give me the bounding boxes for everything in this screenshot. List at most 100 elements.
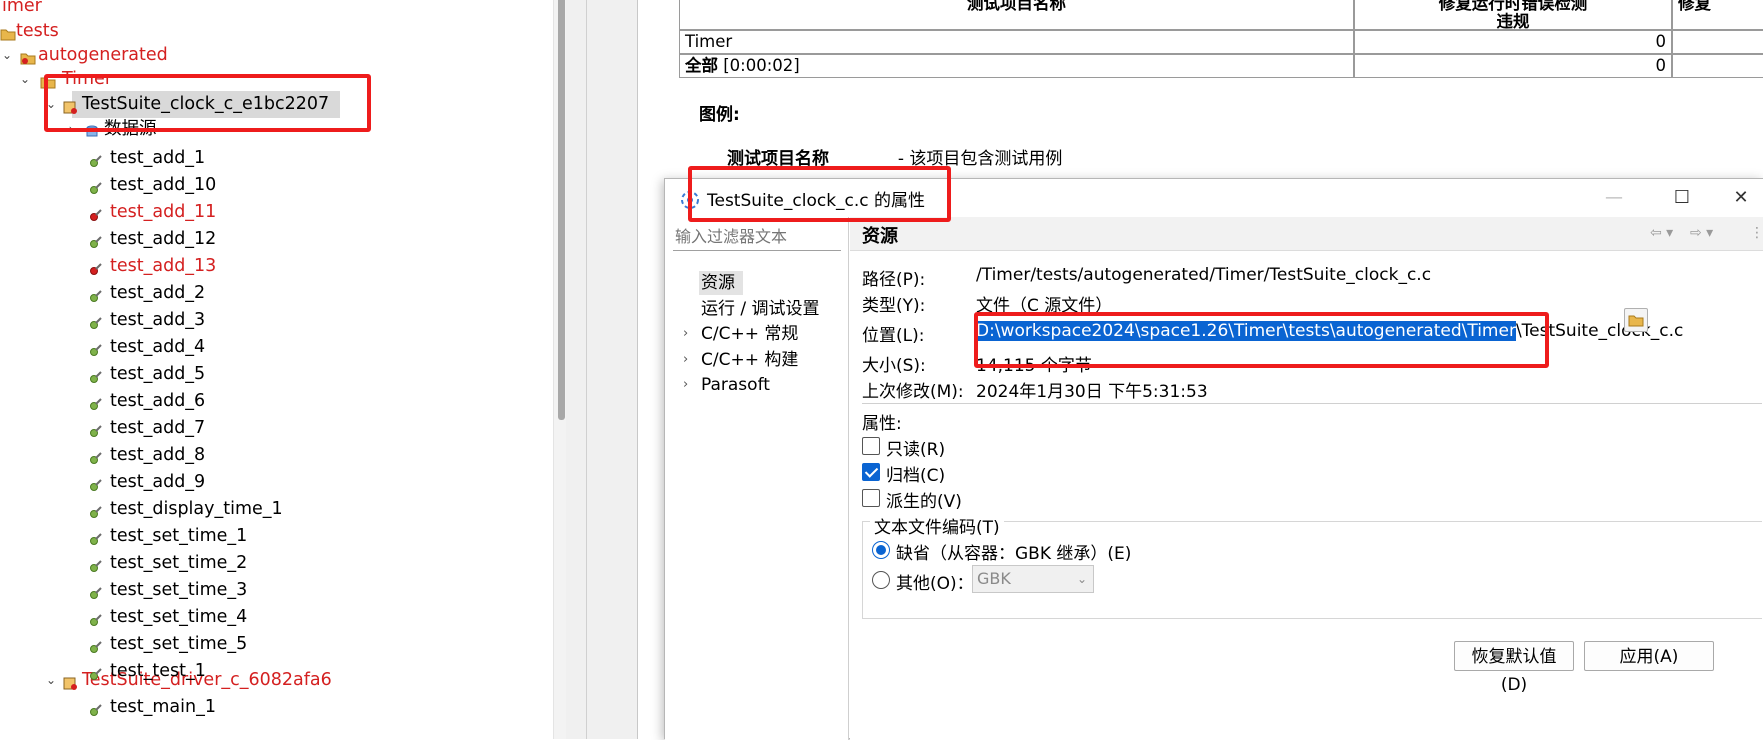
modified-value: 2024年1月30日 下午5:31:53 (976, 382, 1208, 402)
report-cell-text: Timer (685, 32, 733, 51)
test-case-icon (88, 700, 104, 716)
test-case-icon (88, 637, 104, 653)
size-label: 大小(S): (862, 356, 926, 376)
test-case-icon (88, 232, 104, 248)
legend-title: 图例: (699, 105, 740, 125)
tree-item-label: test_display_time_1 (110, 499, 283, 519)
nav-item-resource[interactable]: 资源 (701, 270, 735, 296)
dialog-nav-panel: 资源 运行 / 调试设置 › C/C++ 常规 › C/C++ 构建 › Par… (665, 217, 849, 740)
readonly-checkbox[interactable] (862, 437, 880, 455)
chevron-down-icon[interactable]: ⌄ (18, 66, 32, 93)
nav-item-label: C/C++ 构建 (701, 350, 799, 370)
test-case-icon (88, 286, 104, 302)
chevron-down-icon[interactable]: ⌄ (44, 667, 58, 694)
annotation-box-location (974, 312, 1549, 368)
tree-item-label: test_add_6 (110, 391, 206, 411)
annotation-box-dialog-title (688, 166, 951, 222)
folder-icon (20, 48, 36, 65)
test-case-icon (88, 313, 104, 329)
tree-item-label: test_add_10 (110, 175, 217, 195)
test-case-icon (88, 259, 104, 275)
chevron-down-icon[interactable]: ⌄ (0, 42, 14, 69)
back-arrow-icon[interactable]: ⇦ ▾ (1650, 225, 1673, 241)
chevron-right-icon[interactable]: › (683, 321, 688, 347)
report-col-header-name: 测试项目名称 (679, 0, 1354, 30)
folder-icon (0, 24, 16, 41)
tree-item-label: test_main_1 (110, 697, 216, 717)
separator (862, 403, 1762, 404)
nav-item-run-debug[interactable]: 运行 / 调试设置 (701, 296, 820, 322)
archive-label: 归档(C) (886, 466, 946, 486)
test-suite-icon (62, 673, 78, 690)
encoding-select-value: GBK (977, 569, 1011, 588)
minimize-button[interactable]: — (1594, 181, 1634, 215)
tree-item-label: test_add_11 (110, 202, 217, 222)
test-case-icon (88, 664, 104, 680)
maximize-button[interactable]: ☐ (1662, 181, 1702, 215)
report-row-timer-extra (1672, 30, 1763, 54)
section-header: 资源 ⇦ ▾ ⇨ ▾ ⋮ (850, 217, 1763, 251)
report-col-header-fix: 修复运行时错误检测 违规 (1354, 0, 1672, 31)
report-col-header-extra: 修复 (1672, 0, 1763, 30)
tree-item-label: test_add_1 (110, 148, 206, 168)
restore-defaults-button[interactable]: 恢复默认值(D) (1454, 641, 1574, 695)
tree-scrollbar-thumb[interactable] (558, 0, 565, 420)
close-button[interactable]: ✕ (1721, 181, 1761, 215)
test-case-icon (88, 151, 104, 167)
section-title: 资源 (862, 226, 898, 247)
derived-checkbox[interactable] (862, 489, 880, 507)
chevron-right-icon[interactable]: › (683, 372, 688, 398)
report-row-timer-value: 0 (1354, 30, 1672, 54)
chevron-right-icon[interactable]: › (683, 347, 688, 373)
annotation-box-testsuite (44, 74, 371, 132)
tree-item-label: test_set_time_5 (110, 634, 248, 654)
test-case-icon (88, 178, 104, 194)
derived-label: 派生的(V) (886, 492, 962, 512)
nav-item-label: C/C++ 常规 (701, 324, 799, 344)
type-label: 类型(Y): (862, 296, 926, 316)
chevron-down-icon: ⌄ (1076, 572, 1087, 586)
nav-item-label: 资源 (701, 273, 735, 293)
report-col-header-text: 测试项目名称 (967, 0, 1066, 13)
report-row-total-extra (1672, 54, 1763, 78)
test-case-icon (88, 340, 104, 356)
test-case-icon (88, 367, 104, 383)
forward-arrow-icon[interactable]: ⇨ ▾ (1690, 225, 1713, 241)
test-case-icon (88, 502, 104, 518)
report-row-total-name: 全部 [0:00:02] (679, 54, 1354, 78)
report-cell-text: 0 (1655, 56, 1667, 75)
tree-item-label: test_add_2 (110, 283, 206, 303)
report-row-timer-name: Timer (679, 30, 1354, 54)
test-case-icon (88, 610, 104, 626)
tree-item-label: test_set_time_1 (110, 526, 248, 546)
test-case-icon (88, 475, 104, 491)
report-cell-text: 全部 (685, 56, 718, 75)
tree-item-label: test_set_time_2 (110, 553, 248, 573)
modified-label: 上次修改(M): (862, 382, 964, 402)
filter-input[interactable] (673, 223, 841, 251)
show-in-explorer-button[interactable] (1624, 308, 1648, 332)
test-case-icon (88, 448, 104, 464)
test-case-icon (88, 421, 104, 437)
folder-open-icon (1628, 315, 1644, 327)
test-case-icon (88, 583, 104, 599)
nav-item-label: 运行 / 调试设置 (701, 299, 820, 319)
tree-item-label: test_add_7 (110, 418, 206, 438)
test-case-icon (88, 394, 104, 410)
apply-button[interactable]: 应用(A) (1584, 641, 1714, 671)
archive-checkbox[interactable] (862, 463, 880, 481)
encoding-default-radio[interactable] (872, 541, 890, 559)
tree-item-label: test_test_1 (110, 661, 206, 681)
divider-line (586, 0, 587, 739)
tree-item-label: autogenerated (38, 45, 168, 65)
report-cell-text: [0:00:02] (718, 56, 800, 75)
encoding-other-radio[interactable] (872, 571, 890, 589)
tree-item-label: test_add_13 (110, 256, 217, 276)
location-label: 位置(L): (862, 326, 925, 346)
resource-page: 资源 ⇦ ▾ ⇨ ▾ ⋮ 路径(P): /Timer/tests/autogen… (850, 217, 1763, 740)
tree-item-label: imer (2, 0, 42, 16)
encoding-select[interactable]: GBK ⌄ (972, 565, 1094, 593)
encoding-other-label: 其他(O)： (896, 574, 974, 594)
tree-item-label: test_set_time_3 (110, 580, 248, 600)
menu-dots-icon[interactable]: ⋮ (1750, 225, 1763, 241)
